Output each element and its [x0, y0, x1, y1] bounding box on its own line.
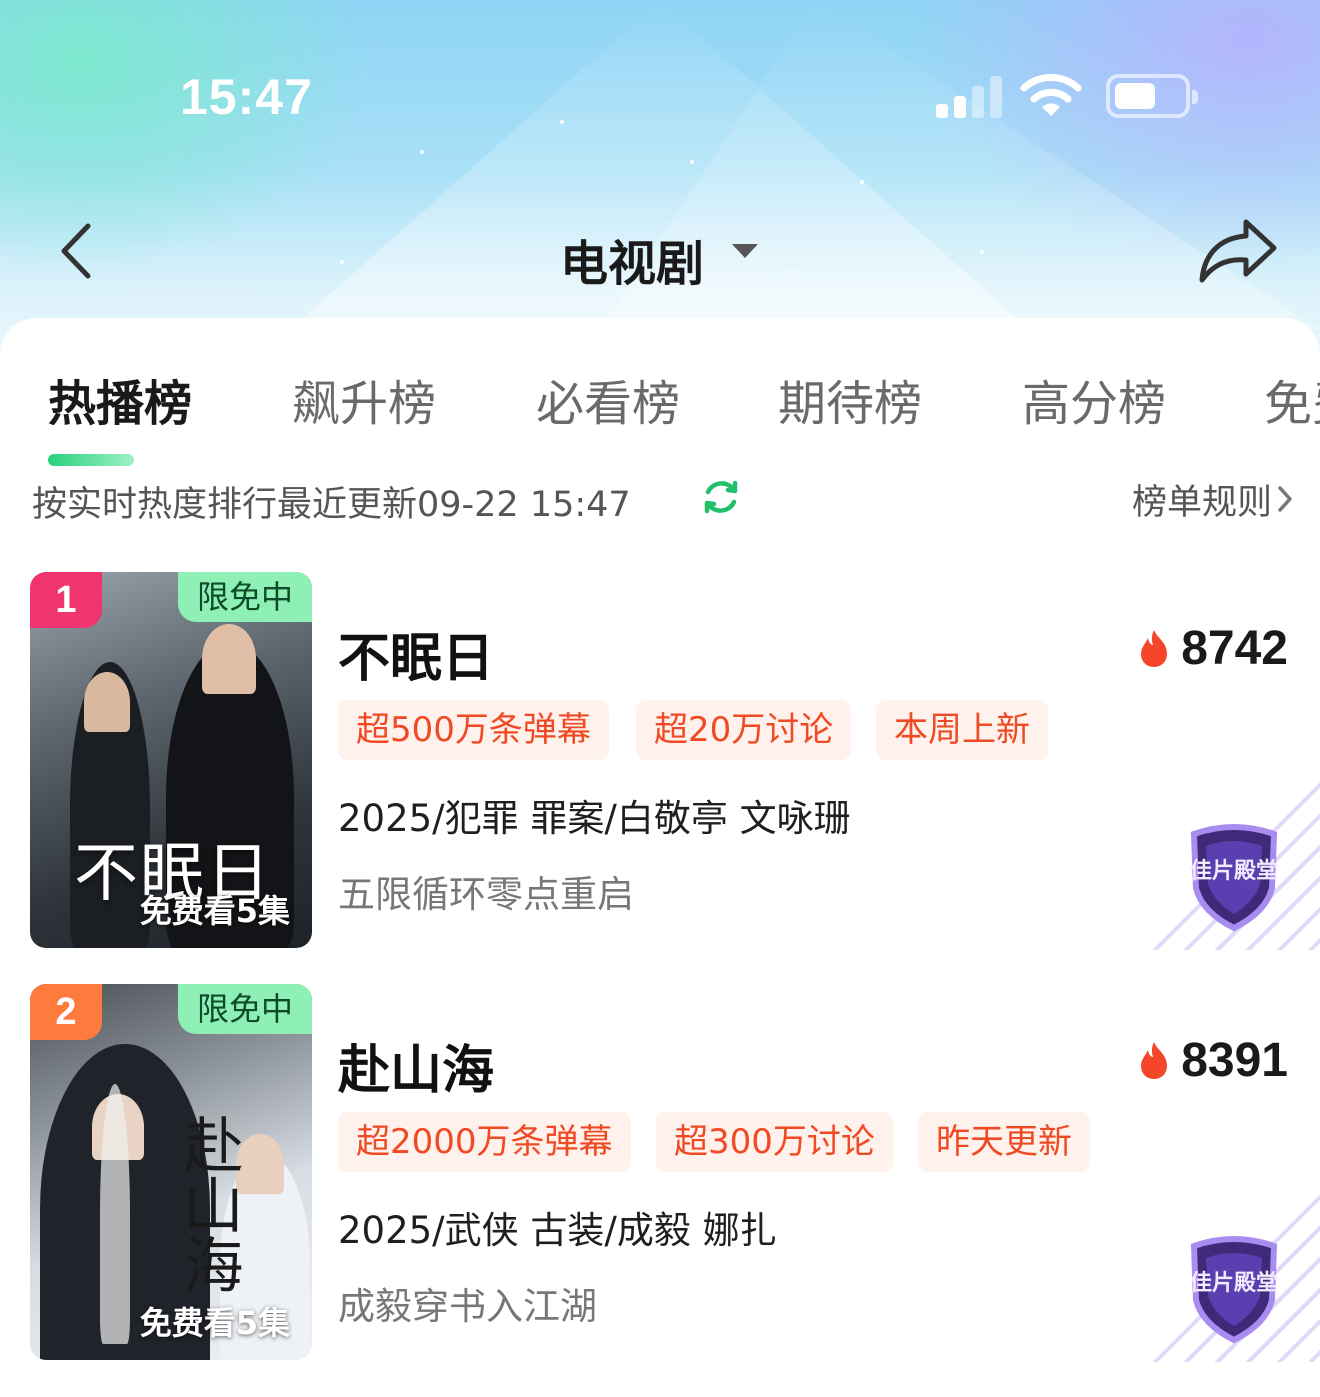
poster-free-label: 免费看5集	[139, 1304, 290, 1342]
chevron-right-icon[interactable]	[1276, 484, 1294, 514]
rules-link[interactable]: 榜单规则	[1132, 474, 1272, 525]
caret-down-icon[interactable]	[732, 244, 758, 258]
poster-figure	[84, 672, 130, 732]
hall-badge-text: 佳片殿堂	[1190, 1271, 1278, 1296]
sparkle	[560, 120, 564, 124]
list-item[interactable]: 赴山海 免费看5集 2 限免中 赴山海 8391 超2000万条弹幕 超300万…	[0, 984, 1320, 1362]
rank-badge: 1	[30, 572, 102, 628]
item-description: 成毅穿书入江湖	[338, 1285, 597, 1328]
active-tab-indicator	[48, 454, 134, 466]
heat-score: 8391	[1137, 1032, 1288, 1088]
heat-score: 8742	[1137, 620, 1288, 676]
cellular-signal-icon	[936, 76, 1006, 118]
tab-rising[interactable]: 飙升榜	[292, 364, 436, 434]
item-description: 五限循环零点重启	[338, 873, 634, 916]
item-meta: 2025/武侠 古装/成毅 娜扎	[338, 1209, 777, 1252]
poster-free-label: 免费看5集	[139, 892, 290, 930]
wifi-icon	[1020, 74, 1082, 116]
status-time: 15:47	[180, 69, 313, 125]
heat-value: 8742	[1181, 621, 1288, 675]
tab-hot[interactable]: 热播榜	[48, 364, 192, 434]
tag: 超500万条弹幕	[338, 700, 609, 760]
page-title[interactable]: 电视剧	[560, 224, 704, 294]
item-title[interactable]: 赴山海	[338, 1028, 494, 1103]
sparkle	[420, 150, 424, 154]
sparkle	[980, 250, 984, 254]
free-badge: 限免中	[178, 984, 312, 1034]
hall-badge-text: 佳片殿堂	[1190, 859, 1278, 884]
heat-value: 8391	[1181, 1033, 1288, 1087]
tag: 超300万讨论	[656, 1112, 893, 1172]
share-button[interactable]	[1196, 216, 1280, 286]
poster-figure	[202, 624, 256, 694]
hall-of-fame-badge-icon: 佳片殿堂	[1190, 824, 1278, 932]
tab-free[interactable]: 免费	[1264, 364, 1320, 434]
back-button[interactable]	[52, 220, 102, 282]
flame-icon	[1141, 630, 1168, 667]
free-badge: 限免中	[178, 572, 312, 622]
poster-title: 赴山海	[173, 1114, 243, 1294]
sparkle	[860, 180, 864, 184]
sparkle	[340, 260, 344, 264]
poster-figure	[236, 1134, 284, 1194]
ranking-content: 热播榜 飙升榜 必看榜 期待榜 高分榜 免费 按实时热度排行最近更新09-22 …	[0, 318, 1320, 1397]
list-item[interactable]: 不眠日 免费看5集 1 限免中 不眠日 8742 超500万条弹幕 超20万讨论…	[0, 572, 1320, 950]
poster-image[interactable]: 不眠日 免费看5集 1 限免中	[30, 572, 312, 948]
refresh-icon[interactable]	[700, 476, 742, 518]
tag: 本周上新	[876, 700, 1048, 760]
tab-anticipated[interactable]: 期待榜	[778, 364, 922, 434]
tag: 超20万讨论	[636, 700, 852, 760]
tag: 超2000万条弹幕	[338, 1112, 631, 1172]
sparkle	[790, 270, 794, 274]
flame-icon	[1141, 1042, 1168, 1079]
tag: 昨天更新	[918, 1112, 1090, 1172]
item-title[interactable]: 不眠日	[338, 616, 494, 691]
item-meta: 2025/犯罪 罪案/白敬亭 文咏珊	[338, 797, 851, 840]
tab-high-score[interactable]: 高分榜	[1022, 364, 1166, 434]
poster-figure	[100, 1084, 130, 1344]
sparkle	[690, 160, 694, 164]
hall-of-fame-badge-icon: 佳片殿堂	[1190, 1236, 1278, 1344]
tab-must-watch[interactable]: 必看榜	[536, 364, 680, 434]
update-info: 按实时热度排行最近更新09-22 15:47	[32, 485, 631, 525]
poster-image[interactable]: 赴山海 免费看5集 2 限免中	[30, 984, 312, 1360]
ranking-tabs: 热播榜 飙升榜 必看榜 期待榜 高分榜 免费	[0, 354, 1320, 466]
rank-badge: 2	[30, 984, 102, 1040]
battery-icon	[1106, 74, 1198, 118]
